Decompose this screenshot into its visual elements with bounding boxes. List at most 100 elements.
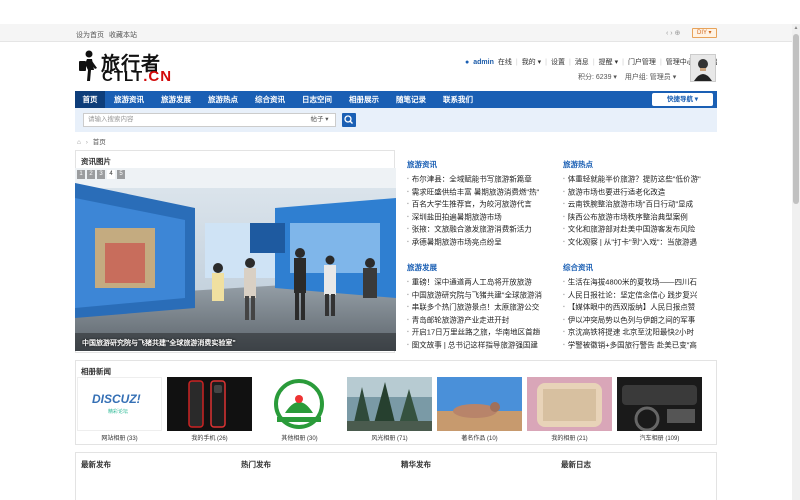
news-column-general-news: 综合资讯 生活在海拔4800米的夏牧场——四川石 人民日报社论：坚定信念信心 践… — [563, 262, 718, 352]
slide-number-4[interactable]: 4 — [107, 170, 115, 179]
news-item[interactable]: 生活在海拔4800米的夏牧场——四川石 — [563, 276, 718, 289]
breadcrumb-separator: › — [85, 139, 88, 146]
album-caption[interactable]: 汽车相册 (109) — [617, 433, 702, 442]
news-item[interactable]: 体重轻就能半价旅游？提防这些"低价游" — [563, 173, 718, 186]
nav-blog-space[interactable]: 日志空间 — [295, 91, 339, 108]
nav-travel-development[interactable]: 旅游发展 — [154, 91, 198, 108]
slide-number-1[interactable]: 1 — [77, 170, 85, 179]
news-item[interactable]: 串联多个热门旅游景点！太原旅游公交 — [407, 301, 562, 314]
news-item[interactable]: 文化和旅游部对赴美中国游客发布风险 — [563, 223, 718, 236]
news-item[interactable]: 陕西公布旅游市场秩序整治典型案例 — [563, 211, 718, 224]
slideshow-image[interactable] — [75, 168, 396, 351]
column-title[interactable]: 旅游热点 — [563, 159, 718, 169]
news-item[interactable]: 中国旅游研究院与飞猪共建"全球旅游消 — [407, 289, 562, 302]
car-interior-photo — [617, 377, 702, 431]
scroll-up-arrow-icon[interactable]: ▲ — [792, 24, 800, 32]
nav-album-showcase[interactable]: 相册展示 — [342, 91, 386, 108]
column-title[interactable]: 旅游发展 — [407, 262, 562, 272]
points-menu[interactable]: 积分: 6239 ▾ — [578, 74, 617, 81]
search-type-select[interactable]: 帖子 ▾ — [304, 113, 336, 127]
top-icons[interactable]: ‹ › ⊕ — [666, 29, 680, 37]
news-item[interactable]: 人民日报社论：坚定信念信心 践步复兴 — [563, 289, 718, 302]
traveler-logo-icon — [79, 50, 97, 81]
discuz-logo-subtext: 精彩论坛 — [108, 409, 129, 415]
avatar-image — [691, 55, 715, 81]
news-item[interactable]: 需求旺盛供给丰富 暑期旅游消费燃"热" — [407, 186, 562, 199]
home-icon[interactable]: ⌂ — [77, 139, 81, 146]
nav-essays[interactable]: 随笔记录 — [389, 91, 433, 108]
news-item[interactable]: 旅游市场也要进行适老化改造 — [563, 186, 718, 199]
slideshow-pager: 1 2 3 4 5 — [77, 170, 125, 179]
news-item[interactable]: 云南铁腕整治旅游市场"百日行动"显成 — [563, 198, 718, 211]
news-item[interactable]: 伊以冲突局势以色列与伊朗之间的军事 — [563, 314, 718, 327]
album-caption[interactable]: 我的相册 (21) — [527, 433, 612, 442]
column-title[interactable]: 旅游资讯 — [407, 159, 562, 169]
album-caption[interactable]: 其他相册 (30) — [257, 433, 342, 442]
latest-posts-header: 最新发布 — [81, 460, 111, 469]
bookmark-site-link[interactable]: 收藏本站 — [109, 32, 137, 39]
menu-settings[interactable]: 设置 — [551, 59, 565, 66]
search-button[interactable] — [342, 113, 356, 127]
news-item[interactable]: 图文故事 | 总书记这样指导旅游强国建 — [407, 339, 562, 352]
news-item[interactable]: 青岛邮轮旅游游产业走进开封 — [407, 314, 562, 327]
news-pictures-title: 资讯图片 — [81, 157, 111, 166]
news-item[interactable]: 京沈高铁将提速 北京至沈阳最快2小时 — [563, 326, 718, 339]
news-item[interactable]: 张掖：文旅融合激发旅游消费新活力 — [407, 223, 562, 236]
album-caption[interactable]: 我的手机 (26) — [167, 433, 252, 442]
news-item[interactable]: 【媒体眼中的西双版纳】人民日报点赞 — [563, 301, 718, 314]
news-item[interactable]: 承德暑期旅游市场亮点纷呈 — [407, 236, 562, 249]
slideshow-caption[interactable]: 中国旅游研究院与飞猪共建"全球旅游消费实验室" — [82, 338, 236, 348]
site-logo[interactable]: 旅行者 CTLT.CN — [77, 48, 197, 85]
quick-navigation-button[interactable]: 快捷导航 ▾ — [652, 93, 713, 106]
menu-messages[interactable]: 消息 — [575, 59, 589, 66]
search-input[interactable]: 请输入搜索内容 — [83, 113, 305, 127]
album-caption[interactable]: 网站相册 (33) — [77, 433, 162, 442]
menu-reminders[interactable]: 提醒 ▾ — [599, 59, 618, 66]
news-item[interactable]: 学警被徽销+多国旅行警告 赴美已变"高 — [563, 339, 718, 352]
avatar[interactable] — [690, 54, 716, 82]
nav-travel-news[interactable]: 旅游资讯 — [107, 91, 151, 108]
slide-number-3[interactable]: 3 — [97, 170, 105, 179]
album-thumb-other[interactable] — [257, 377, 342, 431]
news-item[interactable]: 开启17日万里丝路之旅，华南地区首趟 — [407, 326, 562, 339]
username-link[interactable]: admin — [473, 59, 494, 66]
album-thumb-scenery[interactable] — [347, 377, 432, 431]
main-navigation: 首页 旅游资讯 旅游发展 旅游热点 综合资讯 日志空间 相册展示 随笔记录 联系… — [75, 91, 717, 108]
latest-blogs-header: 最新日志 — [561, 460, 591, 469]
column-title[interactable]: 综合资讯 — [563, 262, 718, 272]
scrollbar-thumb[interactable] — [793, 34, 799, 204]
nav-contact-us[interactable]: 联系我们 — [436, 91, 480, 108]
news-item[interactable]: 深圳盐田拍遍暑期旅游市场 — [407, 211, 562, 224]
sleeping-figure-photo — [437, 377, 522, 431]
top-utility-bar: 设为首页 收藏本站 ‹ › ⊕ DIY ▾ — [0, 24, 792, 42]
album-caption[interactable]: 风光相册 (71) — [347, 433, 432, 442]
breadcrumb-home[interactable]: 首页 — [93, 139, 106, 146]
nav-general-news[interactable]: 综合资讯 — [248, 91, 292, 108]
menu-my[interactable]: 我的 ▾ — [522, 59, 541, 66]
news-item[interactable]: 重磅！深中通道两人工岛将开放旅游 — [407, 276, 562, 289]
breadcrumb: ⌂ › 首页 — [77, 136, 106, 146]
phone-photo — [167, 377, 252, 431]
album-thumb-website[interactable]: DISCUZ! 精彩论坛 — [77, 377, 162, 431]
album-thumb-cars[interactable] — [617, 377, 702, 431]
online-status: 在线 — [497, 59, 512, 66]
album-thumb-phone[interactable] — [167, 377, 252, 431]
hot-posts-header: 热门发布 — [241, 460, 271, 469]
news-item[interactable]: 百名大学生推荐官，为皎河旅游代言 — [407, 198, 562, 211]
slide-number-5[interactable]: 5 — [117, 170, 125, 179]
album-thumb-famous-works[interactable] — [437, 377, 522, 431]
latest-posts-row: 最新发布 热门发布 精华发布 最新日志 — [75, 452, 717, 500]
menu-portal-admin[interactable]: 门户管理 — [628, 59, 656, 66]
diy-button[interactable]: DIY ▾ — [692, 28, 717, 38]
slide-number-2[interactable]: 2 — [87, 170, 95, 179]
nav-travel-hot[interactable]: 旅游热点 — [201, 91, 245, 108]
album-caption[interactable]: 著名作品 (10) — [437, 433, 522, 442]
news-item[interactable]: 文化观察 | 从"打卡"到"入戏"：当旅游遇 — [563, 236, 718, 249]
user-bar: ●admin在线|我的 ▾|设置|消息|提醒 ▾|门户管理|管理中心|退出 — [465, 57, 722, 67]
album-thumb-my-album[interactable] — [527, 377, 612, 431]
green-emblem — [274, 379, 324, 429]
news-item[interactable]: 布尔津县：全域赋能书写旅游新篇章 — [407, 173, 562, 186]
nav-home[interactable]: 首页 — [75, 91, 105, 108]
set-homepage-link[interactable]: 设为首页 — [76, 32, 104, 39]
user-group-menu[interactable]: 用户组: 管理员 ▾ — [625, 74, 676, 81]
